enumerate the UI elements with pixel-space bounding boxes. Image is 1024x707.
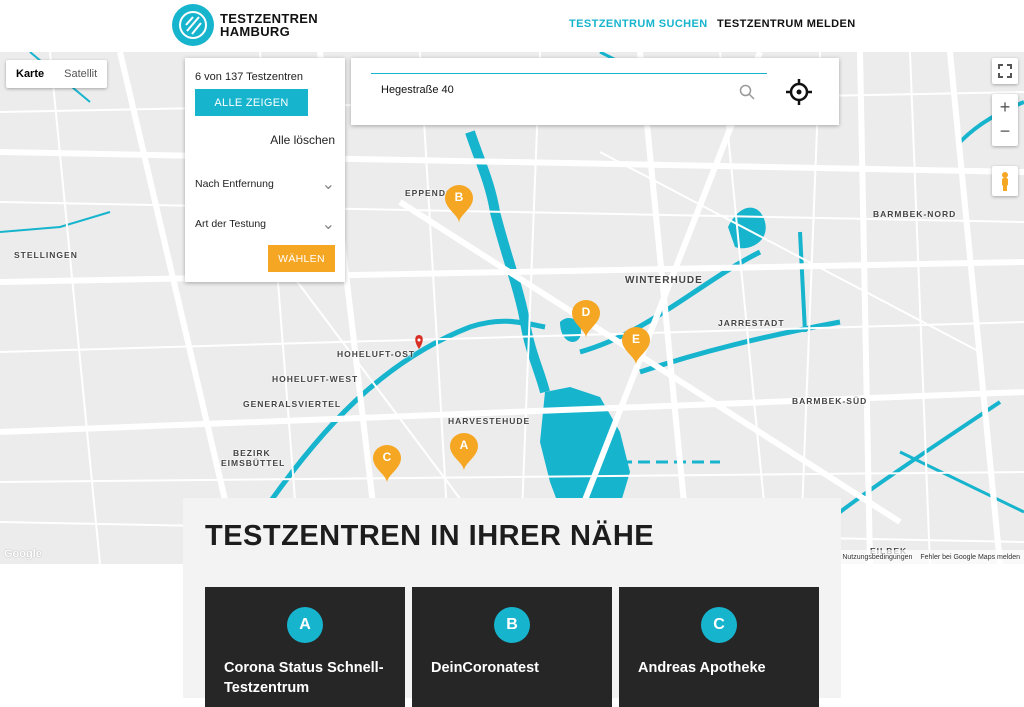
map-type-control: Karte Satellit [6,60,108,88]
map-pin-label: A [459,438,469,452]
logo-icon [172,4,214,46]
district-label: HOHELUFT-OST [337,349,416,359]
map-pin-label: D [581,305,591,319]
district-label: HOHELUFT-WEST [272,374,359,384]
map-pin-d[interactable]: D [572,300,600,338]
result-card-c[interactable]: C Andreas Apotheke [619,587,819,707]
site-header: TESTZENTREN HAMBURG TESTZENTRUM SUCHEN T… [0,0,1024,52]
map-pin-a[interactable]: A [450,433,478,471]
map-footer: Nutzungsbedingungen Fehler bei Google Ma… [838,550,1024,564]
map-pin-label: E [631,332,640,346]
report-error-link[interactable]: Fehler bei Google Maps melden [916,554,1024,561]
chevron-down-icon: ⌄ [321,176,335,193]
district-label: JARRESTADT [718,318,785,328]
zoom-in-button[interactable]: + [1000,94,1011,120]
sort-dropdown[interactable]: Nach Entfernung ⌄ [195,176,335,193]
map-pin-c[interactable]: C [373,445,401,483]
chevron-down-icon: ⌄ [321,216,335,233]
result-letter-badge: B [494,607,530,643]
filter-panel: 6 von 137 Testzentren ALLE ZEIGEN Alle l… [185,58,345,282]
result-count: 6 von 137 Testzentren [195,71,304,83]
test-type-dropdown[interactable]: Art der Testung ⌄ [195,216,335,233]
results-title: TESTZENTREN IN IHRER NÄHE [205,520,655,552]
logo[interactable]: TESTZENTREN HAMBURG [172,4,318,46]
zoom-out-button[interactable]: − [1000,120,1011,146]
district-label: EIMSBÜTTEL [221,458,286,468]
map-base [0,52,1024,564]
district-label: WINTERHUDE [625,275,703,286]
results-section: TESTZENTREN IN IHRER NÄHE A Corona Statu… [183,498,841,707]
search-input[interactable] [381,84,711,96]
map-type-karte[interactable]: Karte [6,60,54,88]
fullscreen-button[interactable] [992,58,1018,84]
search-field [371,73,767,109]
map-type-satellite[interactable]: Satellit [54,60,107,88]
result-card-a[interactable]: A Corona Status Schnell-Testzentrum [205,587,405,707]
choose-button[interactable]: WÄHLEN [268,245,335,272]
pegman-icon [1002,172,1008,191]
map-pin-e[interactable]: E [622,327,650,365]
result-name: Andreas Apotheke [638,660,766,676]
zoom-control: + − [992,94,1018,146]
district-label: STELLINGEN [14,250,78,260]
result-name: DeinCoronatest [431,660,539,676]
result-name: Corona Status Schnell-Testzentrum [224,660,384,696]
street-view-button[interactable] [992,166,1018,196]
search-icon[interactable] [739,84,755,100]
google-logo: Google [4,548,42,560]
nav-report-link[interactable]: TESTZENTRUM MELDEN [717,18,856,30]
logo-line2: HAMBURG [220,24,290,39]
show-all-button[interactable]: ALLE ZEIGEN [195,89,308,116]
nav-search-link[interactable]: TESTZENTRUM SUCHEN [569,18,708,30]
map[interactable]: Karte Satellit + − STELLINGEN EPPENDORF … [0,52,1024,564]
district-label: BARMBEK-NORD [873,209,957,219]
map-pin-b[interactable]: B [445,185,473,223]
district-label: BARMBEK-SÜD [792,396,868,406]
fullscreen-icon [998,64,1012,78]
district-label: HARVESTEHUDE [448,416,531,426]
result-card-b[interactable]: B DeinCoronatest [412,587,612,707]
sort-dropdown-label: Nach Entfernung [195,178,274,190]
clear-all-link[interactable]: Alle löschen [270,133,335,147]
map-pin-label: C [382,450,392,464]
result-letter-badge: A [287,607,323,643]
map-pin-label: B [454,190,464,204]
search-panel [351,58,839,125]
result-letter-badge: C [701,607,737,643]
district-label: BEZIRK [233,448,271,458]
test-type-dropdown-label: Art der Testung [195,218,267,230]
terms-link[interactable]: Nutzungsbedingungen [838,554,916,561]
locate-icon[interactable] [786,79,812,105]
district-label: GENERALSVIERTEL [243,399,342,409]
